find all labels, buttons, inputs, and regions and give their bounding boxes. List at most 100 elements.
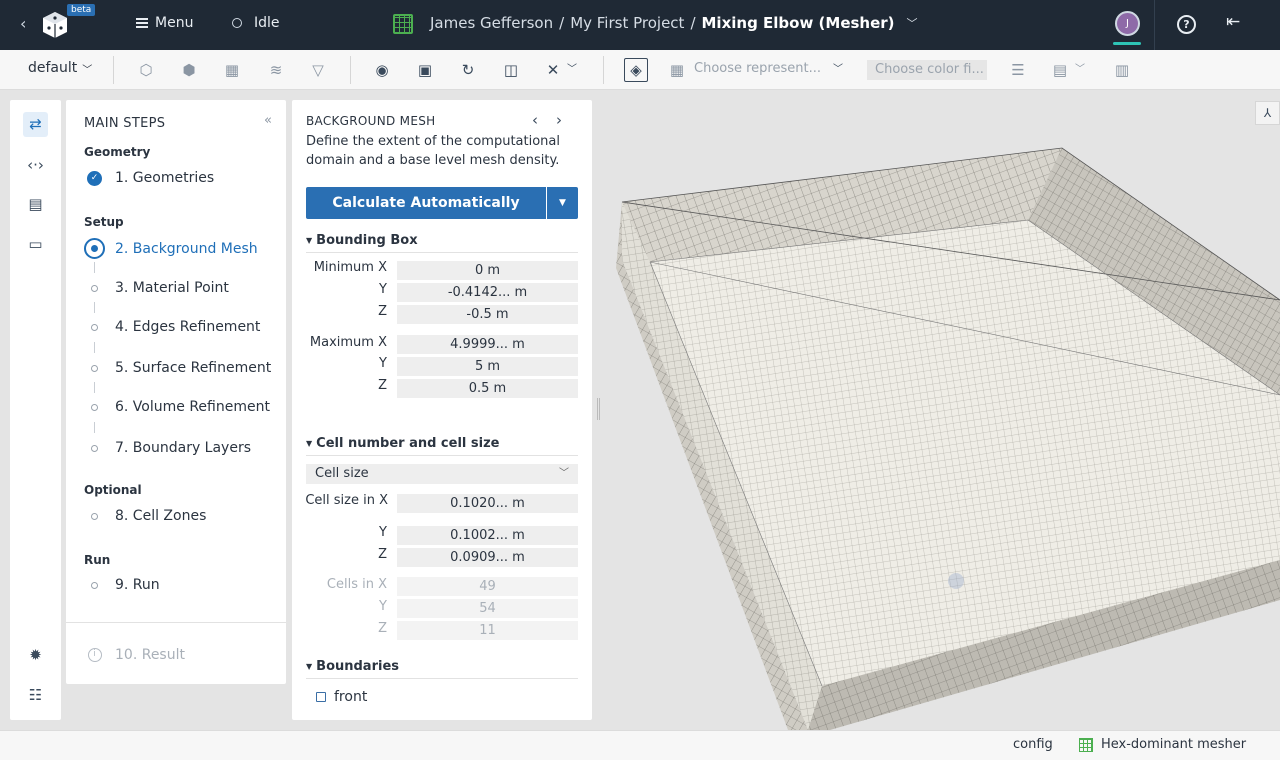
code-icon[interactable]: ‹·› (23, 153, 48, 178)
left-icon-bar: ⇄ ‹·› ▤ ▭ ✹ ☷ (10, 100, 61, 720)
step-label: 5. Surface Refinement (115, 360, 272, 376)
max-x-field[interactable]: 4.9999... m (397, 335, 578, 354)
breadcrumb[interactable]: James Gefferson / My First Project / Mix… (430, 14, 918, 32)
divider (1154, 0, 1155, 50)
cell-number-section[interactable]: ▼ Cell number and cell size (306, 436, 578, 456)
cells-z-label: Z (378, 621, 387, 636)
bug-icon[interactable]: ✹ (23, 643, 48, 668)
display-settings-icon[interactable]: ▤ (1050, 60, 1070, 80)
project-mesh-icon (393, 14, 413, 34)
step-label: 3. Material Point (115, 280, 229, 296)
tools-icon[interactable]: ✕ (543, 60, 563, 80)
cube-icon[interactable]: ◫ (501, 60, 521, 80)
triad-icon[interactable]: ⅄ (1255, 101, 1280, 125)
prev-step-icon[interactable]: ‹ (532, 111, 556, 129)
step-run[interactable]: 9. Run (84, 577, 160, 593)
breadcrumb-project[interactable]: My First Project (570, 14, 684, 32)
step-label: 4. Edges Refinement (115, 319, 261, 335)
bounding-box-section[interactable]: ▼ Bounding Box (306, 233, 578, 253)
viewer-toolbar: default ﹀ ⬡ ⬢ ▦ ≋ ▽ ◉ ▣ ↻ ◫ ✕ ﹀ ◈ ▦ Choo… (0, 50, 1280, 90)
max-y-field[interactable]: 5 m (397, 357, 578, 376)
cells-y-label: Y (379, 599, 387, 614)
boundaries-section[interactable]: ▼ Boundaries (306, 659, 578, 679)
cell-size-x-field[interactable]: 0.1020... m (397, 494, 578, 513)
3d-viewport[interactable] (600, 90, 1280, 730)
filter-icon[interactable]: ▽ (308, 60, 328, 80)
chevron-down-icon[interactable]: ﹀ (1074, 60, 1086, 80)
view-preset-select[interactable]: default ﹀ (28, 60, 92, 76)
storage-icon[interactable]: ▤ (23, 192, 48, 217)
calculate-dropdown-icon[interactable]: ▼ (547, 187, 578, 219)
menu-button[interactable]: Menu (136, 15, 193, 31)
max-z-field[interactable]: 0.5 m (397, 379, 578, 398)
cell-size-x-label: Cell size in X (305, 493, 388, 508)
breadcrumb-user[interactable]: James Gefferson (430, 14, 553, 32)
panel-layout-icon[interactable]: ▥ (1112, 60, 1132, 80)
breadcrumb-current[interactable]: Mixing Elbow (Mesher) (702, 14, 895, 32)
step-connector (94, 382, 95, 393)
min-x-field[interactable]: 0 m (397, 261, 578, 280)
step-connector (94, 302, 95, 313)
step-cell-zones[interactable]: 8. Cell Zones (84, 508, 206, 524)
cell-mode-select[interactable]: Cell size ﹀ (306, 464, 578, 484)
step-group-geometry: Geometry (84, 145, 151, 159)
workflow-icon[interactable]: ⇄ (23, 112, 48, 137)
step-background-mesh[interactable]: 2. Background Mesh (84, 238, 258, 259)
divider (113, 56, 114, 84)
step-material-point[interactable]: 3. Material Point (84, 280, 229, 296)
eye-icon[interactable]: ◉ (372, 60, 392, 80)
max-x-label: Maximum X (309, 335, 387, 350)
step-volume-refinement[interactable]: 6. Volume Refinement (84, 399, 270, 415)
boundary-item-front[interactable]: front (316, 689, 367, 705)
cell-size-y-field[interactable]: 0.1002... m (397, 526, 578, 545)
slice-view-icon[interactable]: ≋ (266, 60, 286, 80)
calculate-automatically-button[interactable]: Calculate Automatically (306, 187, 546, 219)
logout-icon[interactable]: ⇤ (1226, 12, 1240, 32)
min-x-label: Minimum X (313, 260, 387, 275)
current-step-icon (84, 238, 105, 259)
rotate-icon[interactable]: ↻ (458, 60, 478, 80)
help-icon[interactable]: ? (1177, 15, 1196, 34)
fit-view-icon[interactable]: ◈ (624, 58, 648, 82)
app-logo-icon[interactable] (40, 10, 70, 40)
representation-select[interactable]: Choose represent... (694, 61, 821, 76)
camera-icon[interactable]: ▣ (415, 60, 435, 80)
caret-down-icon: ▼ (306, 236, 313, 245)
step-geometries[interactable]: ✓ 1. Geometries (84, 170, 214, 186)
step-connector (94, 262, 95, 273)
hamburger-icon (136, 18, 148, 28)
step-group-setup: Setup (84, 215, 124, 229)
min-y-field[interactable]: -0.4142... m (397, 283, 578, 302)
list-icon[interactable]: ☷ (23, 683, 48, 708)
back-chevron-icon[interactable]: ‹ (20, 14, 26, 33)
step-surface-refinement[interactable]: 5. Surface Refinement (84, 360, 271, 376)
config-label[interactable]: config (1013, 737, 1053, 752)
colorbar-icon[interactable]: ☰ (1008, 60, 1028, 80)
grid-view-icon[interactable]: ▦ (222, 60, 242, 80)
cells-z-field: 11 (397, 621, 578, 640)
mesh-render[interactable] (600, 90, 1280, 730)
step-boundary-layers[interactable]: 7. Boundary Layers (84, 440, 251, 456)
collapse-icon[interactable]: « (264, 113, 272, 128)
cells-x-field: 49 (397, 577, 578, 596)
breadcrumb-separator: / (690, 14, 696, 32)
solid-view-icon[interactable]: ⬡ (136, 60, 156, 80)
chevron-down-icon[interactable]: ﹀ (907, 15, 918, 31)
avatar[interactable]: J (1115, 11, 1140, 36)
chevron-down-icon[interactable]: ﹀ (832, 60, 844, 80)
boundary-icon (316, 692, 326, 702)
step-edges-refinement[interactable]: 4. Edges Refinement (84, 319, 260, 335)
cell-size-z-field[interactable]: 0.0909... m (397, 548, 578, 567)
next-step-icon[interactable]: › (556, 111, 580, 129)
wireframe-view-icon[interactable]: ⬢ (179, 60, 199, 80)
mesher-icon (1079, 737, 1093, 752)
step-connector (94, 342, 95, 353)
chevron-down-icon[interactable]: ﹀ (566, 60, 578, 80)
color-field-select[interactable]: Choose color fi... (867, 60, 987, 80)
status-label: Idle (254, 15, 280, 31)
step-circle-icon (91, 581, 98, 589)
min-z-field[interactable]: -0.5 m (397, 305, 578, 324)
step-label: 7. Boundary Layers (115, 440, 252, 456)
mesher-type[interactable]: Hex-dominant mesher (1079, 737, 1246, 752)
console-icon[interactable]: ▭ (23, 232, 48, 257)
